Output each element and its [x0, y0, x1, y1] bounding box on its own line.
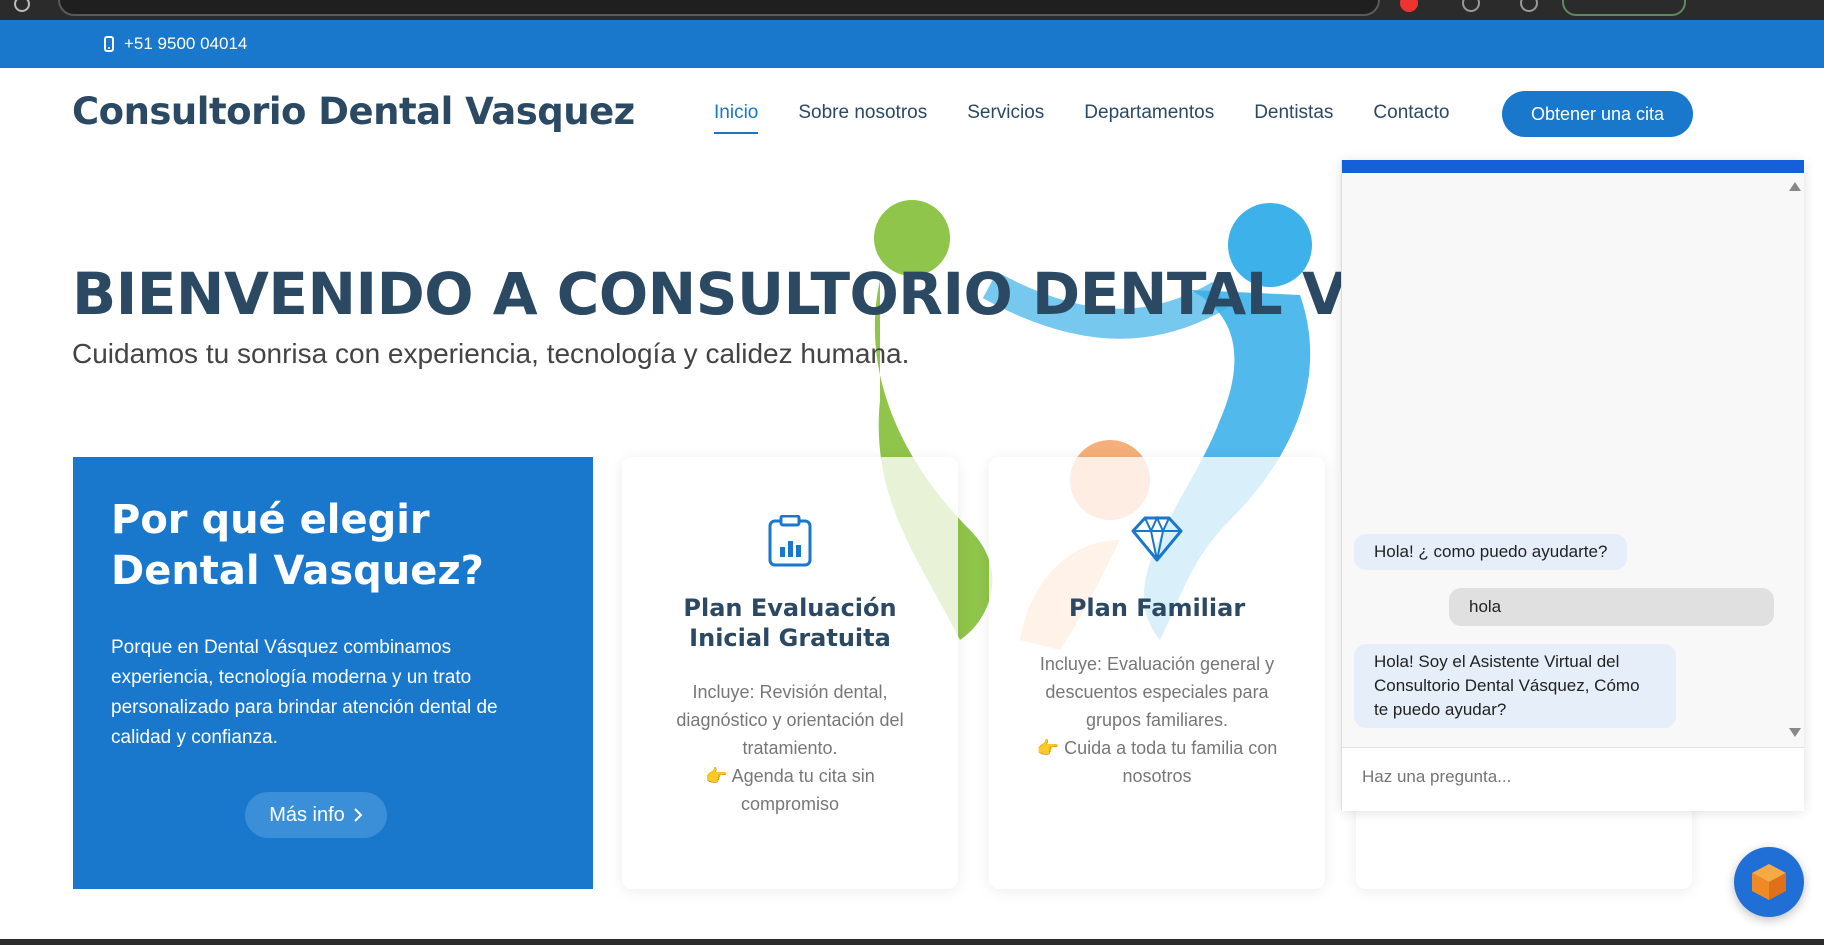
browser-toolbar	[0, 0, 1824, 20]
more-info-button[interactable]: Más info	[245, 792, 387, 838]
extension-icon[interactable]	[1400, 0, 1418, 12]
diamond-icon	[989, 515, 1325, 567]
browser-address-bar[interactable]	[58, 0, 1380, 16]
chat-message-bot: Hola! Soy el Asistente Virtual del Consu…	[1354, 644, 1676, 728]
why-description: Porque en Dental Vásquez combinamos expe…	[111, 637, 498, 748]
plan-card-note: 👉 Cuida a toda tu familia con nosotros	[1036, 738, 1278, 786]
site-logo[interactable]: Consultorio Dental Vasquez	[72, 90, 635, 133]
chat-input-area	[1342, 747, 1804, 811]
extension-icon[interactable]	[1520, 0, 1538, 12]
chat-launcher-button[interactable]	[1734, 847, 1804, 917]
plan-card-note: 👉 Agenda tu cita sin compromiso	[705, 766, 875, 814]
browser-info-icon[interactable]	[14, 0, 30, 12]
hero-subtitle: Cuidamos tu sonrisa con experiencia, tec…	[72, 338, 910, 369]
chat-widget: Hola! ¿ como puedo ayudarte? hola Hola! …	[1341, 160, 1804, 811]
hero-title: BIENVENIDO A CONSULTORIO DENTAL VASQUEZ	[72, 260, 1342, 328]
why-title: Por qué elegir Dental Vasquez?	[111, 495, 511, 597]
topbar: +51 9500 04014	[0, 20, 1824, 68]
topbar-phone[interactable]: +51 9500 04014	[104, 34, 247, 54]
nav-item-contacto[interactable]: Contacto	[1373, 102, 1449, 134]
chat-input[interactable]	[1360, 766, 1764, 788]
plan-card-description: Incluye: Revisión dental, diagnóstico y …	[676, 682, 904, 758]
plan-card-description: Incluye: Evaluación general y descuentos…	[1039, 654, 1275, 730]
phone-number: +51 9500 04014	[124, 34, 248, 53]
nav-item-servicios[interactable]: Servicios	[967, 102, 1044, 134]
browser-profile-button[interactable]	[1562, 0, 1686, 16]
why-title-line1: Por qué elegir	[111, 497, 430, 543]
nav-item-dentistas[interactable]: Dentistas	[1254, 102, 1333, 134]
site-header: Consultorio Dental Vasquez Inicio Sobre …	[0, 68, 1824, 160]
chevron-right-icon	[354, 808, 363, 822]
plan-card: Plan Familiar Incluye: Evaluación genera…	[989, 457, 1325, 889]
chat-message-user: hola	[1449, 588, 1774, 626]
nav-item-inicio[interactable]: Inicio	[714, 102, 759, 134]
phone-icon	[104, 36, 114, 52]
bottom-edge	[0, 939, 1824, 945]
plan-card: Plan Evaluación Inicial Gratuita Incluye…	[622, 457, 958, 889]
scroll-up-arrow-icon[interactable]	[1789, 182, 1801, 191]
nav-item-departamentos[interactable]: Departamentos	[1084, 102, 1214, 134]
cube-icon	[1752, 864, 1786, 900]
more-info-label: Más info	[269, 803, 345, 826]
appointment-button[interactable]: Obtener una cita	[1502, 91, 1693, 137]
scroll-down-arrow-icon[interactable]	[1789, 728, 1801, 737]
chat-header	[1342, 160, 1804, 173]
clipboard-chart-icon	[622, 515, 958, 567]
nav-item-sobre-nosotros[interactable]: Sobre nosotros	[798, 102, 927, 134]
main-nav: Inicio Sobre nosotros Servicios Departam…	[714, 102, 1489, 134]
why-title-line2: Dental Vasquez?	[111, 548, 484, 594]
why-choose-box: Por qué elegir Dental Vasquez? Porque en…	[73, 457, 593, 889]
extension-icon[interactable]	[1462, 0, 1480, 12]
chat-message-bot: Hola! ¿ como puedo ayudarte?	[1354, 534, 1628, 570]
plan-card-title: Plan Familiar	[1068, 594, 1246, 622]
plan-card-title: Plan Evaluación Inicial Gratuita	[683, 594, 897, 652]
